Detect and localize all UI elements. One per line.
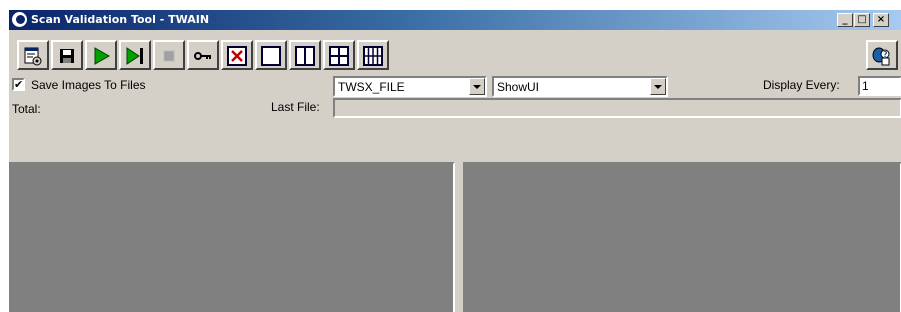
single-page-button[interactable] <box>119 40 151 70</box>
dual-pane-icon <box>295 46 315 66</box>
view-dual-button[interactable] <box>289 40 321 70</box>
ui-mode-value: ShowUI <box>497 80 540 94</box>
app-icon[interactable] <box>12 12 27 27</box>
ui-mode-select[interactable]: ShowUI <box>492 76 668 97</box>
no-view-icon <box>227 46 247 66</box>
file-format-value: TWSX_FILE <box>338 80 405 94</box>
floppy-disk-icon <box>60 49 74 63</box>
start-button[interactable] <box>85 40 117 70</box>
window-title: Scan Validation Tool - TWAIN <box>31 13 210 26</box>
help-button[interactable]: ? <box>866 40 898 70</box>
single-pane-icon <box>261 46 281 66</box>
save-images-checkbox[interactable]: ✔ <box>12 78 25 91</box>
image-pane-right[interactable] <box>463 162 901 312</box>
view-none-button[interactable] <box>221 40 253 70</box>
view-single-button[interactable] <box>255 40 287 70</box>
last-file-label: Last File: <box>271 100 320 114</box>
close-button[interactable]: × <box>873 13 889 27</box>
total-label: Total: <box>12 102 41 116</box>
key-icon <box>194 52 211 60</box>
image-pane-left[interactable] <box>9 162 455 312</box>
minimize-button[interactable]: _ <box>837 13 853 27</box>
file-format-select[interactable]: TWSX_FILE <box>333 76 487 97</box>
stop-button[interactable] <box>153 40 185 70</box>
licence-key-button[interactable] <box>187 40 219 70</box>
last-file-field <box>333 98 901 118</box>
play-step-icon <box>126 47 143 65</box>
quad-pane-icon <box>329 46 349 66</box>
title-bar[interactable]: Scan Validation Tool - TWAIN _ □ × <box>9 10 901 30</box>
save-button[interactable] <box>51 40 83 70</box>
display-every-value: 1 <box>862 79 869 93</box>
help-person-icon: ? <box>872 47 890 66</box>
scan-validation-window: Scan Validation Tool - TWAIN _ □ × ? ✔ S… <box>8 9 901 312</box>
maximize-button[interactable]: □ <box>854 13 870 27</box>
play-icon <box>94 47 111 65</box>
chevron-down-icon[interactable] <box>650 78 666 95</box>
settings-icon <box>24 47 42 66</box>
eight-pane-icon <box>363 46 383 66</box>
display-every-input[interactable]: 1 <box>858 76 901 96</box>
pane-splitter[interactable] <box>455 162 463 312</box>
settings-button[interactable] <box>17 40 49 70</box>
options-area: ✔ Save Images To Files TWSX_FILE ShowUI … <box>9 74 901 120</box>
chevron-down-icon[interactable] <box>469 78 485 95</box>
view-eight-button[interactable] <box>357 40 389 70</box>
view-quad-button[interactable] <box>323 40 355 70</box>
toolbar: ? <box>9 32 901 72</box>
display-every-label: Display Every: <box>763 78 840 92</box>
save-images-label[interactable]: Save Images To Files <box>31 78 146 92</box>
stop-icon <box>163 50 175 62</box>
